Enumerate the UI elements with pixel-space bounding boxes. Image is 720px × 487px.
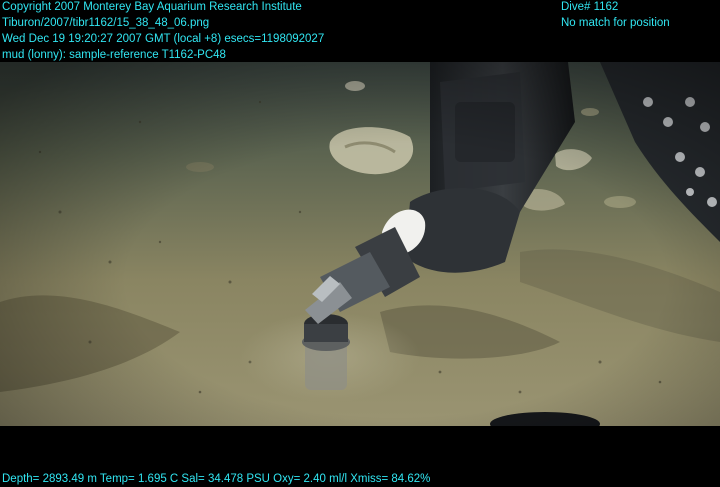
dive-number: Dive# 1162	[561, 1, 619, 13]
sample-reference-line: mud (lonny): sample-reference T1162-PC48	[2, 49, 226, 61]
video-frame: Copyright 2007 Monterey Bay Aquarium Res…	[0, 0, 720, 486]
timestamp-line: Wed Dec 19 19:20:27 2007 GMT (local +8) …	[2, 33, 325, 45]
seafloor-image	[0, 62, 720, 426]
copyright-line: Copyright 2007 Monterey Bay Aquarium Res…	[2, 1, 302, 13]
seafloor-scene	[0, 62, 720, 426]
sensor-readout: Depth= 2893.49 m Temp= 1.695 C Sal= 34.4…	[2, 473, 431, 485]
overlay-top-left: Copyright 2007 Monterey Bay Aquarium Res…	[2, 0, 324, 63]
image-path-line: Tiburon/2007/tibr1162/15_38_48_06.png	[2, 17, 210, 29]
overlay-top-right: Dive# 1162 No match for position	[561, 0, 670, 31]
position-status: No match for position	[561, 17, 670, 29]
